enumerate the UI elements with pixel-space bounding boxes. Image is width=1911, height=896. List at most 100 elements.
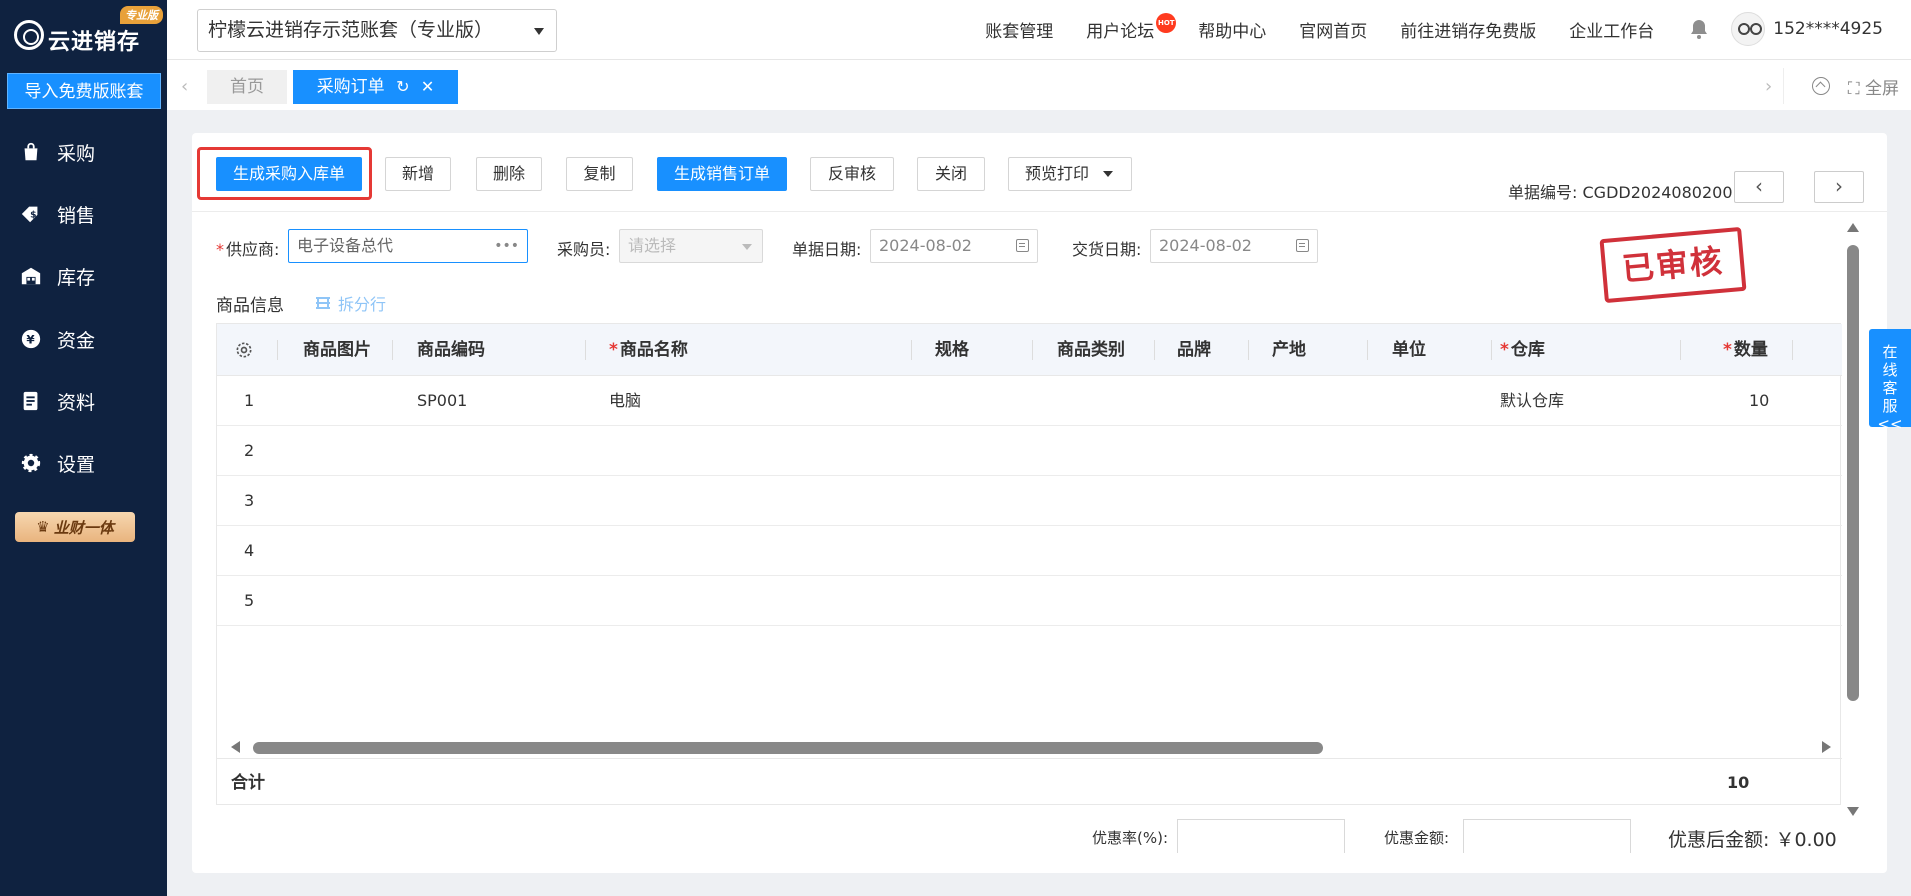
prev-doc-button[interactable]: ‹ xyxy=(1734,171,1784,203)
print-preview-label: 预览打印 xyxy=(1025,164,1090,183)
row-product-name[interactable]: 电脑 xyxy=(609,376,641,426)
vertical-scroll-thumb[interactable] xyxy=(1847,245,1859,701)
discount-amount-input[interactable] xyxy=(1463,819,1631,853)
col-quantity: * 数量 xyxy=(1723,340,1768,360)
tab-scroll-right-icon[interactable]: › xyxy=(1765,76,1772,97)
table-row[interactable]: 3 xyxy=(217,476,1842,526)
divider xyxy=(192,211,1887,212)
table-row[interactable]: 5 xyxy=(217,576,1842,626)
delivery-date-input[interactable]: 2024-08-02 xyxy=(1150,229,1318,263)
scroll-down-arrow-icon[interactable] xyxy=(1847,807,1859,816)
tab-scroll-left-icon[interactable]: ‹ xyxy=(181,76,188,97)
fullscreen-button[interactable]: ⛶ 全屏 xyxy=(1848,74,1899,99)
user-phone[interactable]: 152****4925 xyxy=(1773,19,1883,39)
sidebar-item-sales[interactable]: $ 销售 xyxy=(0,191,167,237)
link-official-home[interactable]: 官网首页 xyxy=(1299,17,1367,42)
link-user-forum[interactable]: 用户论坛 HOT xyxy=(1086,12,1177,42)
discount-rate-label: 优惠率(%): xyxy=(1092,829,1169,847)
print-preview-button[interactable]: 预览打印 xyxy=(1008,157,1132,191)
link-enterprise-workbench[interactable]: 企业工作台 xyxy=(1569,17,1654,42)
link-user-forum-label: 用户论坛 xyxy=(1086,21,1155,42)
generate-sales-order-button[interactable]: 生成销售订单 xyxy=(657,157,787,191)
table-header: 商品图片 商品编码 * 商品名称 规格 商品类别 品牌 产地 单位 * 仓库 * 数量 xyxy=(217,324,1842,376)
delete-button[interactable]: 删除 xyxy=(476,157,542,191)
goods-table: 商品图片 商品编码 * 商品名称 规格 商品类别 品牌 产地 单位 * 仓库 * 数量… xyxy=(216,323,1842,805)
tab-home[interactable]: 首页 xyxy=(207,70,287,104)
sidebar-item-settings[interactable]: 设置 xyxy=(0,440,167,486)
discount-rate-input[interactable] xyxy=(1177,819,1345,853)
column-separator xyxy=(392,340,393,360)
import-free-account-button[interactable]: 导入免费版账套 xyxy=(7,73,161,109)
row-quantity[interactable]: 10 xyxy=(1749,376,1769,426)
next-doc-button[interactable]: › xyxy=(1814,171,1864,203)
avatar[interactable] xyxy=(1731,12,1766,46)
tab-purchase-order[interactable]: 采购订单 ↻ ✕ xyxy=(293,70,458,104)
col-warehouse: * 仓库 xyxy=(1500,340,1545,360)
doc-date-input[interactable]: 2024-08-02 xyxy=(870,229,1038,263)
column-separator xyxy=(1032,340,1033,360)
brand-name: 云进销存 xyxy=(48,30,141,55)
copy-button[interactable]: 复制 xyxy=(566,157,633,191)
account-select[interactable]: 柠檬云进销存示范账套（专业版） xyxy=(197,9,557,52)
link-free-version[interactable]: 前往进销存免费版 xyxy=(1400,17,1536,42)
table-row[interactable]: 1 SP001 电脑 默认仓库 10 xyxy=(217,376,1842,426)
purchase-order-card: 生成采购入库单 新增 删除 复制 生成销售订单 反审核 关闭 预览打印 单据编号… xyxy=(192,133,1887,873)
total-quantity: 10 xyxy=(1727,773,1750,792)
add-button[interactable]: 新增 xyxy=(385,157,451,191)
sidebar-item-purchase[interactable]: 采购 xyxy=(0,129,167,175)
sidebar-item-funds[interactable]: ¥ 资金 xyxy=(0,316,167,362)
yen-circle-icon: ¥ xyxy=(20,328,42,350)
sidebar-item-label: 库存 xyxy=(57,266,96,289)
supplier-input[interactable]: 电子设备总代 ••• xyxy=(288,229,528,263)
top-header: 柠檬云进销存示范账套（专业版） 账套管理 用户论坛 HOT 帮助中心 官网首页 前… xyxy=(167,0,1911,60)
collapse-up-icon[interactable] xyxy=(1811,77,1830,95)
scroll-right-arrow-icon[interactable] xyxy=(1822,741,1831,753)
row-warehouse[interactable]: 默认仓库 xyxy=(1500,376,1564,426)
goods-section-title: 商品信息 xyxy=(216,296,284,316)
split-row-button[interactable]: 拆分行 xyxy=(314,291,386,315)
link-account-management[interactable]: 账套管理 xyxy=(985,17,1053,42)
close-button[interactable]: 关闭 xyxy=(917,157,985,191)
more-icon[interactable]: ••• xyxy=(494,230,519,262)
supplier-value: 电子设备总代 xyxy=(297,236,394,255)
generate-inbound-button[interactable]: 生成采购入库单 xyxy=(216,157,362,191)
horizontal-scroll-thumb[interactable] xyxy=(253,742,1323,754)
column-separator xyxy=(277,340,278,360)
column-settings-gear-icon[interactable] xyxy=(234,340,254,360)
unaudit-button[interactable]: 反审核 xyxy=(810,157,894,191)
logo-mark-icon xyxy=(14,20,44,50)
table-row[interactable]: 2 xyxy=(217,426,1842,476)
doc-number-label: 单据编号: xyxy=(1508,183,1578,202)
sidebar-item-inventory[interactable]: 库存 xyxy=(0,253,167,299)
online-service-button[interactable]: 在线客服 << xyxy=(1869,329,1911,433)
total-label: 合计 xyxy=(231,773,265,793)
table-row[interactable]: 4 xyxy=(217,526,1842,576)
row-product-code[interactable]: SP001 xyxy=(417,376,467,426)
column-separator xyxy=(585,340,586,360)
horizontal-scrollbar[interactable] xyxy=(223,736,1835,758)
business-finance-badge[interactable]: ♛ 业财一体 xyxy=(15,512,135,542)
column-separator xyxy=(1792,340,1793,360)
calendar-icon xyxy=(1016,239,1029,252)
svg-text:¥: ¥ xyxy=(26,333,35,347)
col-unit: 单位 xyxy=(1392,340,1426,360)
bell-icon[interactable] xyxy=(1687,17,1711,41)
link-help-center[interactable]: 帮助中心 xyxy=(1198,17,1266,42)
final-amount-value: ￥0.00 xyxy=(1775,829,1837,851)
sidebar-item-label: 资金 xyxy=(57,329,96,352)
buyer-select[interactable]: 请选择 xyxy=(619,229,763,263)
scroll-up-arrow-icon[interactable] xyxy=(1847,223,1859,232)
column-separator xyxy=(911,340,912,360)
col-product-name: * 商品名称 xyxy=(609,340,688,360)
doc-number: 单据编号: CGDD20240802001 xyxy=(1508,179,1743,203)
row-number: 5 xyxy=(244,591,255,610)
col-spec: 规格 xyxy=(935,340,969,360)
discount-amount-label: 优惠金额: xyxy=(1384,829,1450,847)
sidebar-item-data[interactable]: 资料 xyxy=(0,378,167,424)
sidebar-item-label: 采购 xyxy=(57,142,96,165)
close-icon[interactable]: ✕ xyxy=(421,70,434,104)
calendar-icon xyxy=(1296,239,1309,252)
refresh-icon[interactable]: ↻ xyxy=(396,70,409,104)
vertical-scrollbar[interactable] xyxy=(1847,223,1859,843)
scroll-left-arrow-icon[interactable] xyxy=(231,741,240,753)
